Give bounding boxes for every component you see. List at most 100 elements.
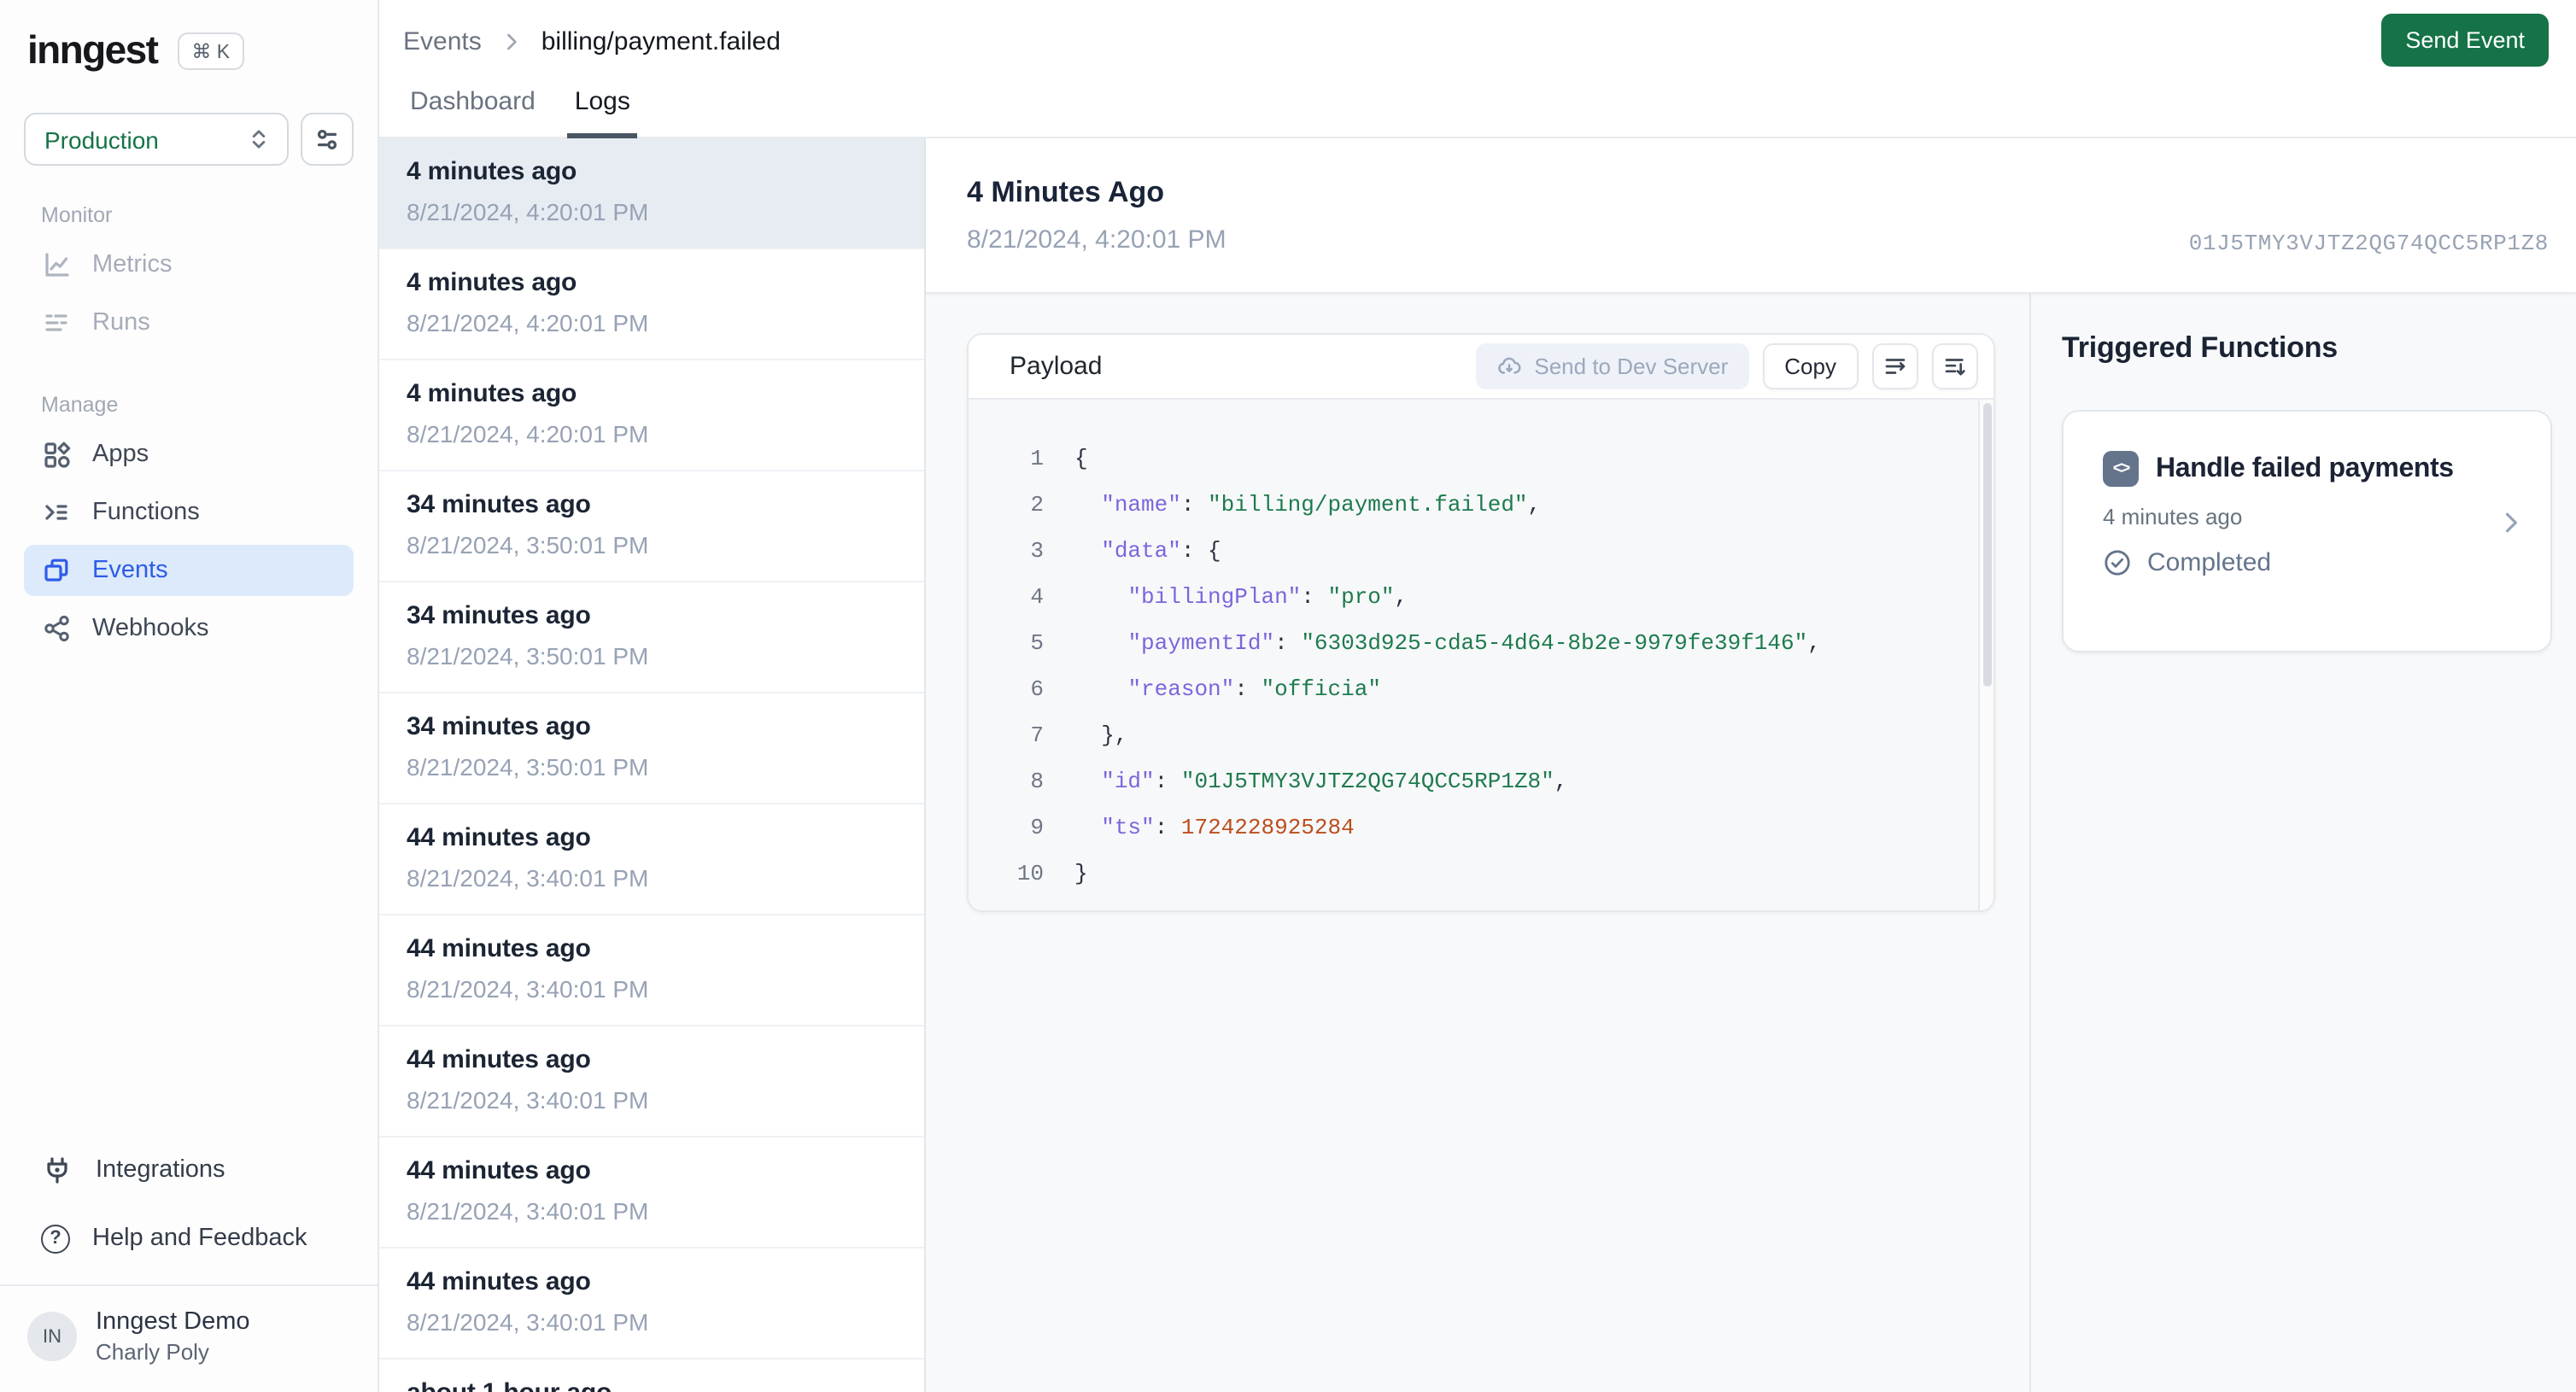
event-item-timestamp: 8/21/2024, 3:50:01 PM (407, 531, 649, 559)
sidebar-item-label: Help and Feedback (92, 1225, 307, 1252)
functions-icon (45, 505, 67, 520)
code-line: 2 "name": "billing/payment.failed", (1030, 492, 1542, 518)
sidebar-item-label: Webhooks (92, 615, 209, 642)
event-item-title: 34 minutes ago (407, 712, 591, 741)
event-item-title: about 1 hour ago (407, 1378, 897, 1392)
breadcrumb: Events billing/payment.failed (403, 27, 781, 56)
sidebar-item-integrations[interactable]: Integrations (24, 1141, 354, 1199)
function-code-icon (2103, 451, 2139, 487)
sidebar-item-label: Integrations (96, 1156, 225, 1184)
code-line: 6 "reason": "officia" (1030, 676, 1381, 702)
function-status-label: Completed (2147, 548, 2272, 577)
event-item-title: 44 minutes ago (407, 1267, 591, 1296)
sidebar-item-metrics[interactable]: Metrics (24, 239, 354, 290)
sidebar-item-apps[interactable]: Apps (24, 429, 354, 480)
event-item-title: 4 minutes ago (407, 157, 577, 186)
sidebar-footer: Integrations Help and Feedback IN Innges… (0, 1141, 378, 1392)
sidebar-item-label: Metrics (92, 251, 173, 278)
tab-dashboard[interactable]: Dashboard (403, 87, 542, 138)
send-event-button[interactable]: Send Event (2381, 14, 2549, 67)
sidebar-item-functions[interactable]: Functions (24, 487, 354, 538)
code-line: 5 "paymentId": "6303d925-cda5-4d64-8b2e-… (1030, 630, 1821, 656)
plug-icon (47, 1156, 67, 1183)
event-list-item[interactable]: 4 minutes ago 8/21/2024, 4:20:01 PM (379, 138, 924, 249)
chevron-right-icon (2505, 512, 2517, 533)
user-name: Inngest Demo (96, 1308, 250, 1336)
function-status: Completed (2103, 548, 2520, 577)
triggered-functions-heading: Triggered Functions (2062, 331, 2339, 364)
breadcrumb-events[interactable]: Events (403, 27, 482, 56)
sidebar-item-webhooks[interactable]: Webhooks (24, 603, 354, 654)
send-to-dev-server-button[interactable]: Send to Dev Server (1476, 343, 1749, 389)
environment-label: Production (44, 126, 159, 153)
event-list-item[interactable]: 44 minutes ago 8/21/2024, 3:40:01 PM (379, 1138, 924, 1249)
payload-card-header: Payload Send to Dev Server Copy (969, 335, 1993, 400)
sidebar-item-runs[interactable]: Runs (24, 297, 354, 348)
copy-button[interactable]: Copy (1762, 343, 1859, 389)
event-list-item[interactable]: 44 minutes ago 8/21/2024, 3:40:01 PM (379, 804, 924, 915)
code-line: 8 "id": "01J5TMY3VJTZ2QG74QCC5RP1Z8", (1030, 769, 1568, 794)
chevron-right-icon (506, 33, 517, 50)
app-root: inngest ⌘ K Production Monitor Metrics R… (0, 0, 2576, 1392)
payload-code: 1{2 "name": "billing/payment.failed", 3 "… (969, 400, 1993, 910)
code-line: 3 "data": { (1030, 538, 1221, 564)
code-scrollbar-thumb[interactable] (1983, 403, 1992, 687)
event-list-item[interactable]: 4 minutes ago 8/21/2024, 4:20:01 PM (379, 360, 924, 471)
lines-arrow-down-icon (1945, 359, 1965, 376)
code-scrollbar[interactable] (1978, 400, 1993, 910)
triggered-function-card[interactable]: Handle failed payments 4 minutes ago Com… (2062, 410, 2552, 652)
expand-lines-button[interactable] (1932, 343, 1978, 389)
cloud-download-icon (1498, 357, 1521, 374)
event-id: 01J5TMY3VJTZ2QG74QCC5RP1Z8 (2188, 231, 2549, 256)
user-menu[interactable]: IN Inngest Demo Charly Poly (0, 1284, 378, 1389)
payload-title: Payload (1010, 352, 1103, 381)
user-subtitle: Charly Poly (96, 1339, 209, 1365)
avatar: IN (27, 1312, 77, 1361)
code-line: 7 }, (1030, 722, 1128, 748)
apps-grid-icon (44, 442, 71, 468)
event-item-timestamp: 8/21/2024, 3:40:01 PM (407, 1308, 649, 1336)
event-list-item[interactable]: 44 minutes ago 8/21/2024, 3:40:01 PM (379, 1249, 924, 1360)
sidebar-item-events[interactable]: Events (24, 545, 354, 596)
event-item-title: 44 minutes ago (407, 1045, 591, 1074)
event-item-title: 44 minutes ago (407, 823, 591, 852)
metrics-chart-icon (45, 253, 69, 277)
logo-row: inngest ⌘ K (24, 27, 354, 73)
environment-settings-button[interactable] (301, 113, 354, 166)
tabs: Dashboard Logs (403, 87, 663, 138)
event-item-title: 4 minutes ago (407, 268, 577, 297)
event-list-item[interactable]: 44 minutes ago 8/21/2024, 3:40:01 PM (379, 915, 924, 1026)
help-question-icon (41, 1224, 70, 1253)
event-list-item[interactable]: about 1 hour ago (379, 1360, 924, 1392)
sidebar-item-help[interactable]: Help and Feedback (24, 1209, 354, 1267)
function-time: 4 minutes ago (2103, 504, 2243, 529)
check-circle-icon (2105, 550, 2130, 576)
topbar: Events billing/payment.failed Dashboard … (379, 0, 2576, 138)
event-item-timestamp: 8/21/2024, 4:20:01 PM (407, 420, 649, 447)
tab-logs[interactable]: Logs (567, 87, 637, 138)
chevron-up-down-icon (252, 130, 266, 149)
sidebar-item-label: Apps (92, 441, 149, 468)
event-item-title: 4 minutes ago (407, 379, 577, 408)
send-to-dev-server-label: Send to Dev Server (1534, 354, 1729, 379)
event-list-item[interactable]: 44 minutes ago 8/21/2024, 3:40:01 PM (379, 1026, 924, 1138)
copy-label: Copy (1784, 354, 1836, 379)
command-k-shortcut[interactable]: ⌘ K (178, 32, 244, 69)
event-list-item[interactable]: 4 minutes ago 8/21/2024, 4:20:01 PM (379, 249, 924, 360)
wrap-text-icon (1885, 359, 1906, 374)
sidebar-item-label: Events (92, 557, 168, 584)
event-item-timestamp: 8/21/2024, 3:50:01 PM (407, 753, 649, 781)
event-item-title: 34 minutes ago (407, 601, 591, 630)
word-wrap-button[interactable] (1872, 343, 1918, 389)
event-list-item[interactable]: 34 minutes ago 8/21/2024, 3:50:01 PM (379, 471, 924, 582)
payload-card: Payload Send to Dev Server Copy 1 {2 "n… (967, 333, 1995, 912)
environment-select[interactable]: Production (24, 113, 289, 166)
event-list-item[interactable]: 34 minutes ago 8/21/2024, 3:50:01 PM (379, 582, 924, 693)
event-item-timestamp: 8/21/2024, 3:40:01 PM (407, 864, 649, 892)
nav-section-manage: Manage (41, 393, 119, 417)
webhooks-icon (44, 615, 69, 642)
event-list-item[interactable]: 34 minutes ago 8/21/2024, 3:50:01 PM (379, 693, 924, 804)
event-item-title: 44 minutes ago (407, 1156, 591, 1185)
events-icon (44, 559, 68, 582)
code-line: 9 "ts": 1724228925284 (1030, 815, 1355, 840)
